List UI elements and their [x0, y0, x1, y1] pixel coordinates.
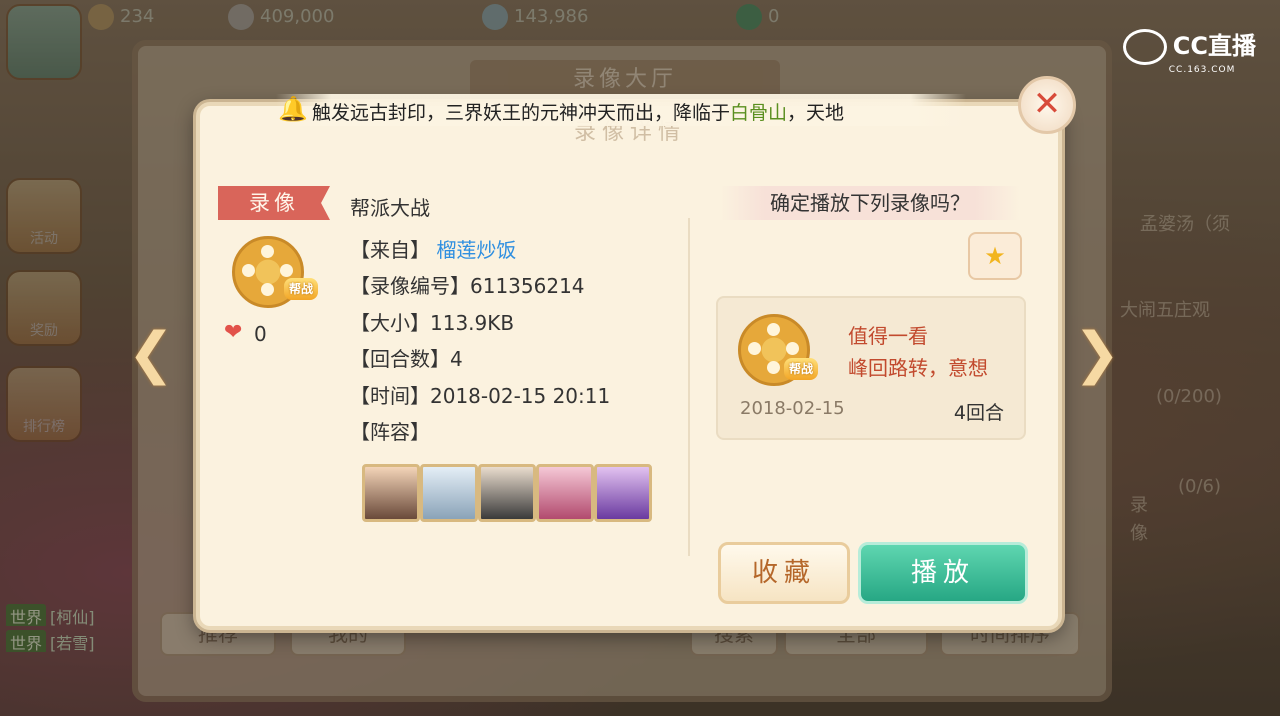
- play-button[interactable]: 播放: [858, 542, 1028, 604]
- cc-cloud-icon: [1122, 29, 1167, 65]
- replay-detail-dialog: 录像详情 录像 帮派大战 帮战 ❤ 0 【来自】 榴莲炒饭 【录像编号】6113…: [196, 102, 1062, 630]
- replay-id-row: 【录像编号】611356214: [350, 274, 585, 298]
- hero-avatar[interactable]: [420, 464, 478, 522]
- hero-avatar[interactable]: [362, 464, 420, 522]
- watermark-url: CC.163.COM: [1168, 65, 1236, 75]
- cc-live-watermark: CC直播 CC.163.COM: [1122, 26, 1256, 75]
- share-star-icon[interactable]: ★: [968, 232, 1022, 280]
- hero-avatar[interactable]: [594, 464, 652, 522]
- replay-type: 帮派大战: [350, 196, 430, 220]
- size-row: 【大小】113.9KB: [350, 311, 515, 335]
- favorite-button[interactable]: 收藏: [718, 542, 850, 604]
- replay-tag: 录像: [218, 186, 330, 220]
- preview-title: 值得一看: [848, 324, 928, 348]
- heart-icon[interactable]: ❤: [224, 320, 242, 345]
- hero-avatar[interactable]: [536, 464, 594, 522]
- announcement-part: 触发远古封印，三界妖王的元神冲天而出，降临于: [312, 102, 731, 124]
- preview-rounds: 4回合: [953, 402, 1004, 424]
- announcement-text: 触发远古封印，三界妖王的元神冲天而出，降临于白骨山，天地: [312, 98, 962, 125]
- uploader-link[interactable]: 榴莲炒饭: [436, 238, 516, 262]
- confirm-prompt: 确定播放下列录像吗？: [720, 186, 1020, 220]
- guild-battle-badge: 帮战: [784, 358, 818, 380]
- next-arrow-icon[interactable]: ❯: [1072, 322, 1122, 386]
- announcement-banner: 🔔 触发远古封印，三界妖王的元神冲天而出，降临于白骨山，天地: [276, 94, 966, 126]
- lineup-row: 【阵容】: [350, 420, 430, 444]
- section-divider: [688, 218, 690, 556]
- like-count: 0: [254, 322, 267, 346]
- preview-description: 峰回路转，意想: [848, 356, 988, 380]
- watermark-brand: CC直播: [1172, 32, 1256, 60]
- close-icon[interactable]: ✕: [1018, 76, 1076, 134]
- time-row: 【时间】2018-02-15 20:11: [350, 384, 611, 408]
- hero-avatar[interactable]: [478, 464, 536, 522]
- rounds-row: 【回合数】4: [350, 347, 463, 371]
- guild-battle-badge: 帮战: [284, 278, 318, 300]
- announcement-highlight: 白骨山: [730, 102, 788, 124]
- replay-preview-card: 帮战 值得一看 峰回路转，意想 2018-02-15 4回合: [716, 296, 1026, 440]
- announcement-part: ，天地: [787, 102, 845, 124]
- bell-icon: 🔔: [278, 95, 308, 123]
- preview-date: 2018-02-15: [740, 398, 845, 419]
- previous-arrow-icon[interactable]: ❮: [126, 322, 176, 386]
- from-row: 【来自】 榴莲炒饭: [350, 234, 516, 263]
- from-label: 【来自】: [350, 238, 430, 262]
